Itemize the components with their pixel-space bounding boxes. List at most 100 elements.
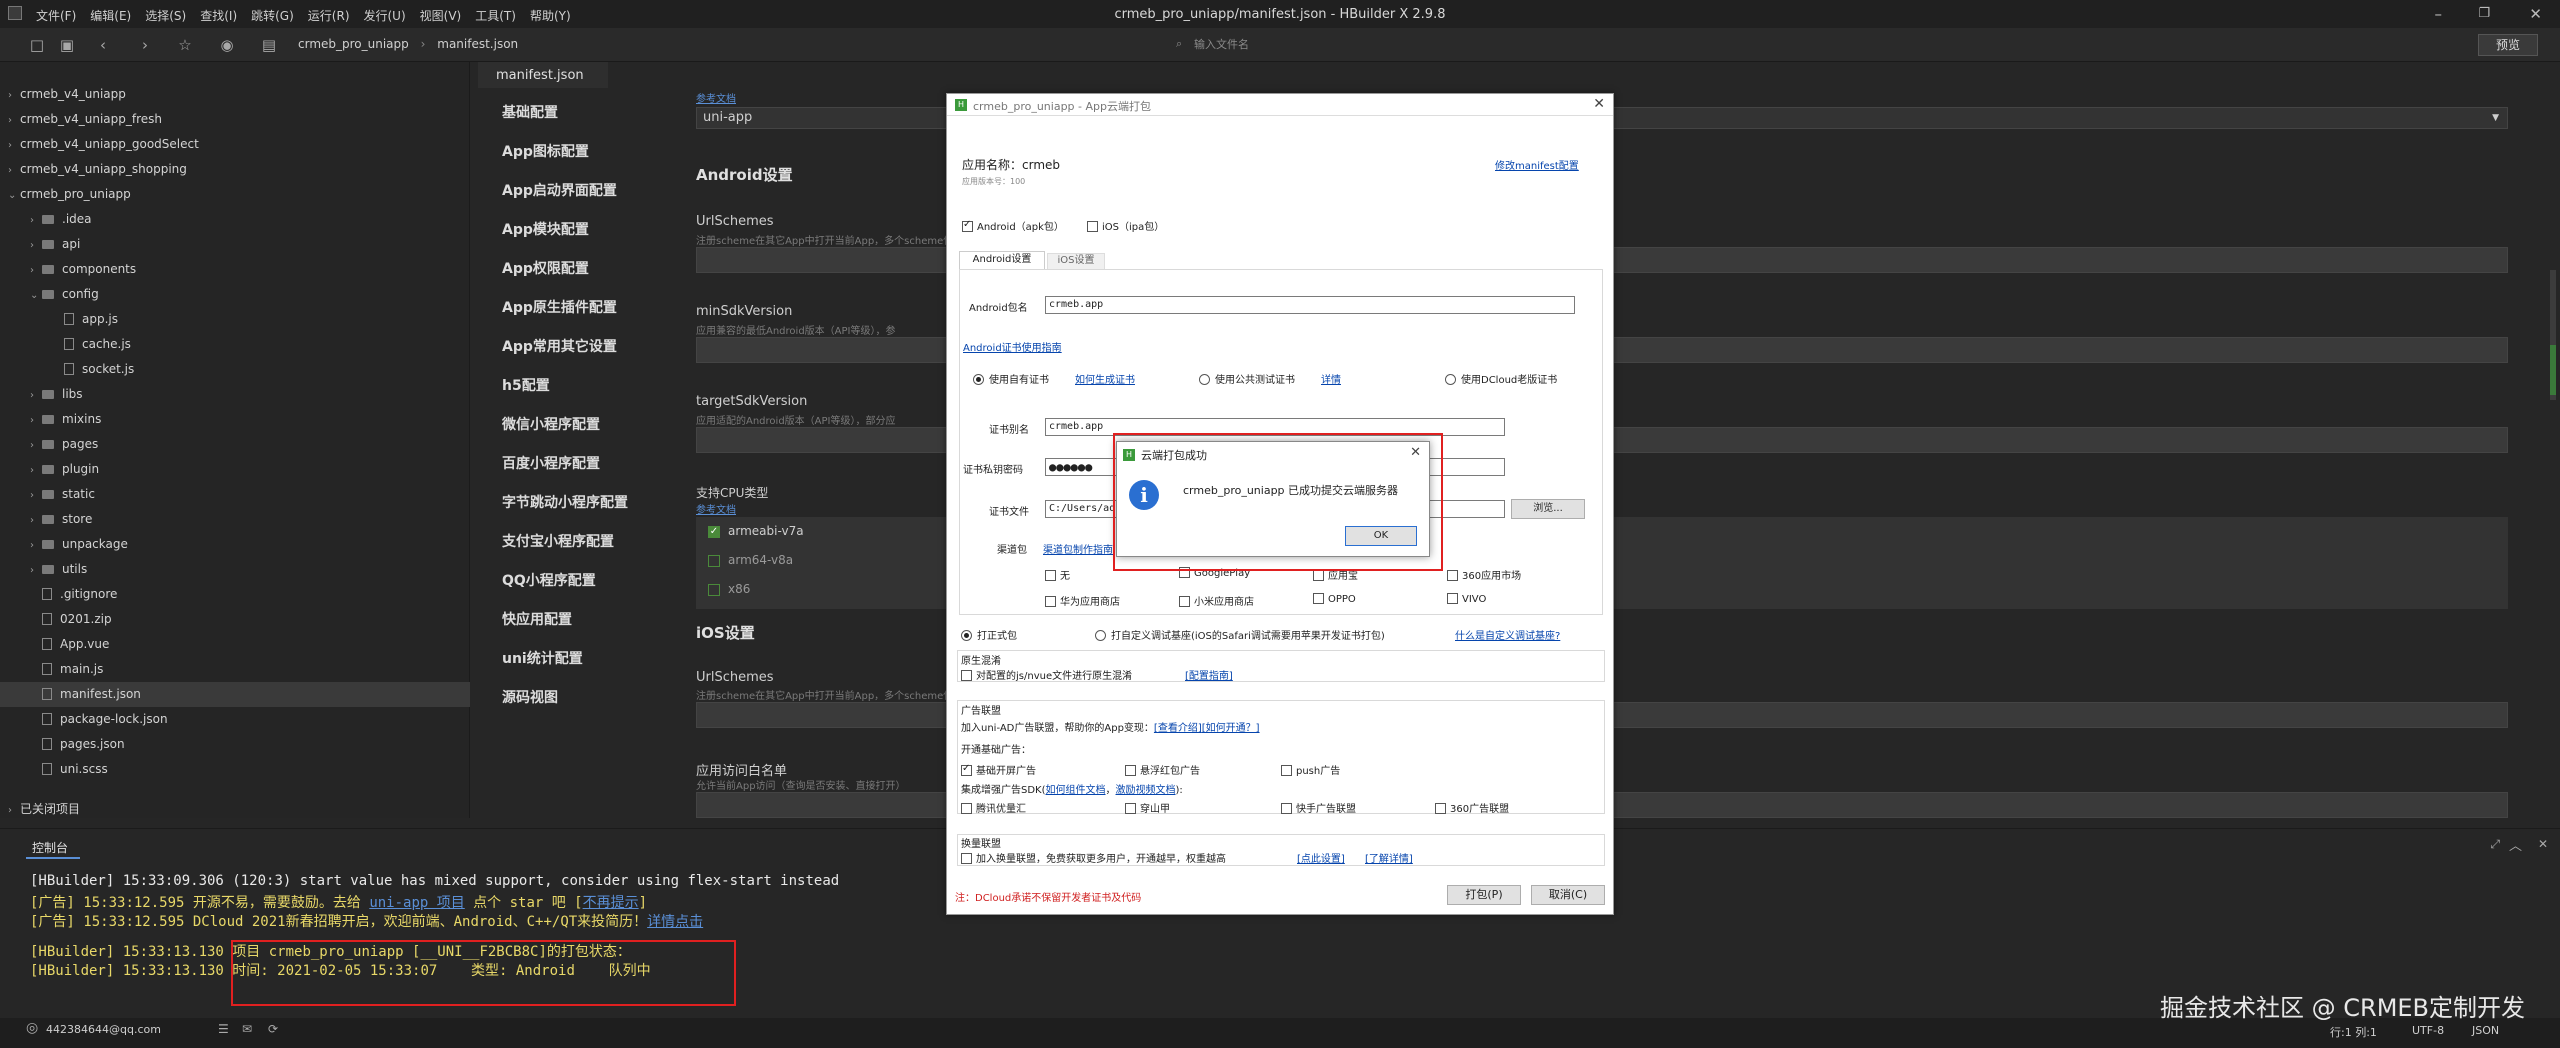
cpu-x86[interactable]: x86 <box>708 582 750 596</box>
ad-splash-checkbox[interactable]: 基础开屏广告 <box>961 762 1036 777</box>
chevron-right-icon[interactable]: › <box>8 158 20 183</box>
pack-button[interactable]: 打包(P) <box>1447 885 1521 905</box>
exchange-checkbox[interactable]: 加入换量联盟，免费获取更多用户，开通越早，权重越高 <box>961 850 1226 865</box>
breadcrumb-file[interactable]: manifest.json <box>437 37 518 51</box>
console-collapse-icon[interactable]: ︿ <box>2509 835 2522 854</box>
cpu-doc-link[interactable]: 参考文档 <box>696 501 736 516</box>
tab-android-settings[interactable]: Android设置 <box>959 251 1045 269</box>
native-obfuscation-checkbox[interactable]: 对配置的js/nvue文件进行原生混淆 <box>961 667 1132 682</box>
tree-item[interactable]: › .idea <box>0 207 470 232</box>
ios-package-checkbox[interactable]: iOS（ipa包） <box>1087 218 1164 233</box>
chevron-right-icon[interactable]: › <box>30 558 42 583</box>
tree-item[interactable]: › mixins <box>0 407 470 432</box>
cursor-position[interactable]: 行:1 列:1 <box>2330 1024 2377 1040</box>
tree-item[interactable]: › crmeb_v4_uniapp_fresh <box>0 107 470 132</box>
chevron-right-icon[interactable]: › <box>30 258 42 283</box>
ad-intro-link[interactable]: [查看介绍] <box>1154 723 1202 734</box>
menu-select[interactable]: 选择(S) <box>145 7 186 24</box>
ad-sdk-360[interactable]: 360广告联盟 <box>1435 800 1509 815</box>
cert-public-link[interactable]: 详情 <box>1321 371 1341 386</box>
tree-item[interactable]: ⌄ crmeb_pro_uniapp <box>0 182 470 207</box>
tree-item[interactable]: package-lock.json <box>0 707 470 732</box>
tree-item[interactable]: › crmeb_v4_uniapp <box>0 82 470 107</box>
close-window-icon[interactable]: ✕ <box>2529 5 2542 23</box>
config-nav-item[interactable]: uni统计配置 <box>502 648 583 668</box>
config-nav-item[interactable]: 快应用配置 <box>502 609 572 629</box>
config-nav-item[interactable]: 字节跳动小程序配置 <box>502 492 628 512</box>
chevron-right-icon[interactable]: › <box>30 433 42 458</box>
run-icon[interactable]: ◉ <box>218 36 236 54</box>
menu-tools[interactable]: 工具(T) <box>475 7 516 24</box>
menu-edit[interactable]: 编辑(E) <box>90 7 131 24</box>
chevron-right-icon[interactable]: › <box>8 133 20 158</box>
list-icon[interactable]: ☰ <box>218 1022 229 1036</box>
chevron-right-icon[interactable]: › <box>30 383 42 408</box>
console-tab[interactable]: 控制台 <box>32 839 68 856</box>
forward-icon[interactable]: › <box>136 36 154 54</box>
file-search-input[interactable]: 输入文件名 <box>1166 35 1726 55</box>
tree-item[interactable]: .gitignore <box>0 582 470 607</box>
menu-publish[interactable]: 发行(U) <box>364 7 406 24</box>
save-icon[interactable]: ▣ <box>58 36 76 54</box>
cert-dcloud-radio[interactable]: 使用DCloud老版证书 <box>1445 371 1557 386</box>
exchange-detail-link[interactable]: [了解详情] <box>1365 850 1413 865</box>
channel-xiaomi[interactable]: 小米应用商店 <box>1179 593 1254 608</box>
tree-item[interactable]: manifest.json <box>0 682 470 707</box>
channel-huawei[interactable]: 华为应用商店 <box>1045 593 1120 608</box>
chevron-right-icon[interactable]: › <box>30 408 42 433</box>
tree-item[interactable]: uni.scss <box>0 757 470 782</box>
tree-item[interactable]: pages.json <box>0 732 470 757</box>
scrollbar-thumb[interactable] <box>2550 345 2556 395</box>
ad-sdk-kuaishou[interactable]: 快手广告联盟 <box>1281 800 1356 815</box>
file-language[interactable]: JSON <box>2472 1024 2499 1037</box>
tree-item[interactable]: › libs <box>0 382 470 407</box>
console-close-icon[interactable]: ✕ <box>2538 837 2548 851</box>
tree-item[interactable]: › components <box>0 257 470 282</box>
new-file-icon[interactable]: □ <box>28 36 46 54</box>
package-name-input[interactable]: crmeb.app <box>1045 296 1575 314</box>
chevron-right-icon[interactable]: › <box>8 83 20 108</box>
native-guide-link[interactable]: [配置指南] <box>1185 667 1233 682</box>
ad-redpacket-checkbox[interactable]: 悬浮红包广告 <box>1125 762 1200 777</box>
channel-oppo[interactable]: OPPO <box>1313 593 1356 605</box>
back-icon[interactable]: ‹ <box>94 36 112 54</box>
console-link[interactable]: uni-app 项目 <box>369 895 464 911</box>
tree-item[interactable]: › pages <box>0 432 470 457</box>
tree-item[interactable]: › crmeb_v4_uniapp_shopping <box>0 157 470 182</box>
tab-ios-settings[interactable]: iOS设置 <box>1047 253 1105 269</box>
tree-item[interactable]: › store <box>0 507 470 532</box>
config-nav-item[interactable]: QQ小程序配置 <box>502 570 596 590</box>
ad-open-link[interactable]: [如何开通？] <box>1202 723 1260 734</box>
modify-manifest-link[interactable]: 修改manifest配置 <box>1495 157 1579 172</box>
dialog-close-icon[interactable]: ✕ <box>1593 96 1605 112</box>
tree-item[interactable]: › unpackage <box>0 532 470 557</box>
custom-base-link[interactable]: 什么是自定义调试基座? <box>1455 627 1560 642</box>
config-nav-item[interactable]: 源码视图 <box>502 687 558 707</box>
cpu-armeabi[interactable]: ✓ armeabi-v7a <box>708 524 804 538</box>
user-account[interactable]: 442384644@qq.com <box>46 1023 161 1036</box>
cert-guide-link[interactable]: Android证书使用指南 <box>963 339 1062 354</box>
build-formal-radio[interactable]: 打正式包 <box>961 627 1017 642</box>
tree-item[interactable]: › crmeb_v4_uniapp_goodSelect <box>0 132 470 157</box>
config-nav-item[interactable]: App常用其它设置 <box>502 336 617 356</box>
android-package-checkbox[interactable]: Android（apk包） <box>962 218 1064 233</box>
config-nav-item[interactable]: 支付宝小程序配置 <box>502 531 614 551</box>
top-doc-link[interactable]: 参考文档 <box>696 90 736 105</box>
tree-item[interactable]: › api <box>0 232 470 257</box>
preview-button[interactable]: 预览 <box>2478 34 2538 56</box>
cancel-button[interactable]: 取消(C) <box>1531 885 1605 905</box>
tree-item[interactable]: App.vue <box>0 632 470 657</box>
tree-item[interactable]: socket.js <box>0 357 470 382</box>
config-nav-item[interactable]: 基础配置 <box>502 102 558 122</box>
minimize-icon[interactable]: – <box>2435 5 2443 23</box>
chevron-right-icon[interactable]: › <box>30 508 42 533</box>
tree-item[interactable]: › static <box>0 482 470 507</box>
channel-none[interactable]: 无 <box>1045 567 1070 582</box>
channel-360[interactable]: 360应用市场 <box>1447 567 1521 582</box>
chevron-right-icon[interactable]: › <box>30 458 42 483</box>
chevron-right-icon[interactable]: › <box>8 108 20 133</box>
tree-item[interactable]: cache.js <box>0 332 470 357</box>
sync-icon[interactable]: ⟳ <box>268 1022 278 1036</box>
breadcrumb-project[interactable]: crmeb_pro_uniapp <box>298 37 409 51</box>
browse-button[interactable]: 浏览... <box>1511 499 1585 519</box>
